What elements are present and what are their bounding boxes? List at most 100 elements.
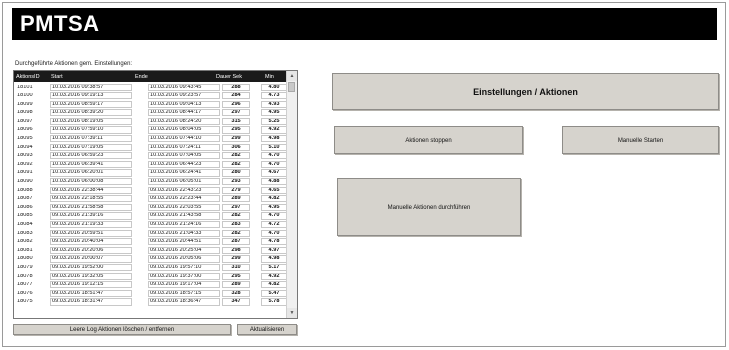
cell-aktionsid: 18099 [15,100,49,108]
table-row[interactable]: 18080 09.03.2016 20:00:07 09.03.2016 20:05… [14,255,288,264]
table-row[interactable]: 18098 10.03.2016 08:39:20 10.03.2016 08:44… [14,109,288,118]
table-row[interactable]: 18100 10.03.2016 09:19:13 10.03.2016 09:23… [14,92,288,101]
cell-ende: 10.03.2016 08:24:20 [148,117,220,126]
cell-min: 5.78 [261,298,287,306]
cell-aktionsid: 18076 [15,289,49,297]
manual-start-button[interactable]: Manuelle Starten [562,126,719,154]
cell-dauer: 279 [222,186,250,194]
cell-aktionsid: 18088 [15,186,49,194]
cell-ende: 09.03.2016 20:44:51 [148,238,220,246]
cell-ende: 09.03.2016 18:57:15 [148,289,220,297]
cell-min: 4.70 [261,229,287,237]
cell-min: 4.98 [261,255,287,263]
cell-aktionsid: 18096 [15,126,49,134]
cell-aktionsid: 18094 [15,143,49,151]
cell-min: 4.95 [261,203,287,211]
table-row[interactable]: 18075 09.03.2016 18:31:47 09.03.2016 18:36… [14,298,288,307]
cell-ende: 10.03.2016 08:04:05 [148,126,220,134]
manual-actions-button-label: Manuelle Aktionen durchführen [387,205,471,211]
settings-actions-button[interactable]: Einstellungen / Aktionen [332,73,719,110]
cell-min: 4.72 [261,221,287,229]
cell-min: 5.17 [261,263,287,272]
table-row[interactable]: 18094 10.03.2016 07:19:05 10.03.2016 07:24… [14,143,288,152]
table-row[interactable]: 18097 10.03.2016 08:19:05 10.03.2016 08:24… [14,117,288,126]
cell-start: 10.03.2016 07:39:11 [50,135,132,143]
table-row[interactable]: 18087 09.03.2016 22:18:55 09.03.2016 22:23… [14,195,288,204]
table-row[interactable]: 18091 10.03.2016 06:20:01 10.03.2016 06:24… [14,169,288,178]
table-row[interactable]: 18092 10.03.2016 06:39:41 10.03.2016 06:44… [14,160,288,169]
cell-aktionsid: 18095 [15,135,49,143]
scroll-down-icon[interactable]: ▼ [287,308,297,318]
cell-dauer: 297 [222,203,250,211]
cell-min: 4.88 [261,178,287,186]
cell-ende: 09.03.2016 19:17:04 [148,281,220,289]
cell-dauer: 293 [222,178,250,186]
cell-aktionsid: 18087 [15,195,49,203]
cell-ende: 10.03.2016 08:44:17 [148,109,220,117]
scroll-up-icon[interactable]: ▲ [287,71,297,81]
cell-min: 4.92 [261,126,287,134]
cell-start: 10.03.2016 09:19:13 [50,92,132,100]
table-row[interactable]: 18099 10.03.2016 08:59:17 10.03.2016 09:04… [14,100,288,109]
cell-ende: 09.03.2016 22:23:44 [148,195,220,203]
cell-start: 10.03.2016 06:39:41 [50,160,132,169]
cell-ende: 09.03.2016 21:24:16 [148,221,220,229]
cell-ende: 09.03.2016 20:05:06 [148,255,220,263]
table-row[interactable]: 18093 10.03.2016 06:59:23 10.03.2016 07:04… [14,152,288,161]
cell-dauer: 280 [222,169,250,177]
cell-ende: 09.03.2016 21:04:33 [148,229,220,237]
cell-dauer: 284 [222,92,250,100]
cell-dauer: 289 [222,195,250,203]
cell-ende: 09.03.2016 18:36:47 [148,298,220,306]
clear-log-button[interactable]: Leere Log Aktionen löschen / entfernen [13,324,231,335]
cell-dauer: 347 [222,298,250,306]
table-row[interactable]: 18081 09.03.2016 20:20:06 09.03.2016 20:25… [14,246,288,255]
table-row[interactable]: 18076 09.03.2016 18:51:47 09.03.2016 18:57… [14,289,288,298]
cell-min: 4.80 [261,83,287,91]
refresh-button[interactable]: Aktualisieren [237,324,297,335]
table-row[interactable]: 18077 09.03.2016 19:12:15 09.03.2016 19:17… [14,281,288,290]
cell-dauer: 295 [222,272,250,280]
table-row[interactable]: 18085 09.03.2016 21:39:16 09.03.2016 21:43… [14,212,288,221]
cell-min: 4.97 [261,246,287,254]
table-row[interactable]: 18079 09.03.2016 19:52:00 09.03.2016 19:57… [14,263,288,272]
table-row[interactable]: 18078 09.03.2016 19:32:05 09.03.2016 19:37… [14,272,288,281]
table-row[interactable]: 18086 09.03.2016 21:58:58 09.03.2016 22:03… [14,203,288,212]
stop-actions-button[interactable]: Aktionen stoppen [334,126,523,154]
cell-aktionsid: 18075 [15,298,49,306]
cell-dauer: 315 [222,117,250,126]
cell-start: 09.03.2016 21:39:16 [50,212,132,220]
cell-ende: 09.03.2016 21:43:58 [148,212,220,220]
table-row[interactable]: 18101 10.03.2016 09:38:57 10.03.2016 09:43… [14,83,288,92]
cell-ende: 10.03.2016 06:24:41 [148,169,220,177]
cell-aktionsid: 18084 [15,221,49,229]
cell-start: 09.03.2016 20:59:51 [50,229,132,237]
settings-actions-button-label: Einstellungen / Aktionen [473,87,578,97]
manual-actions-button[interactable]: Manuelle Aktionen durchführen [337,178,521,236]
cell-start: 09.03.2016 19:32:05 [50,272,132,280]
scroll-thumb[interactable] [288,82,295,92]
column-header-ende: Ende [135,74,148,80]
table-row[interactable]: 18082 09.03.2016 20:40:04 09.03.2016 20:44… [14,238,288,247]
cell-aktionsid: 18098 [15,109,49,117]
table-row[interactable]: 18095 10.03.2016 07:39:11 10.03.2016 07:44… [14,135,288,144]
cell-dauer: 299 [222,255,250,263]
cell-aktionsid: 18078 [15,272,49,280]
table-scrollbar[interactable]: ▲ ▼ [286,71,297,318]
table-row[interactable]: 18084 09.03.2016 21:19:33 09.03.2016 21:24… [14,221,288,230]
cell-start: 10.03.2016 06:20:01 [50,169,132,177]
cell-dauer: 287 [222,238,250,246]
cell-aktionsid: 18100 [15,92,49,100]
cell-aktionsid: 18093 [15,152,49,160]
table-row[interactable]: 18088 09.03.2016 22:38:44 09.03.2016 22:43… [14,186,288,195]
cell-aktionsid: 18101 [15,83,49,91]
cell-ende: 10.03.2016 09:04:13 [148,100,220,108]
table-row[interactable]: 18090 10.03.2016 06:00:08 10.03.2016 06:05… [14,178,288,187]
cell-ende: 09.03.2016 20:25:04 [148,246,220,254]
cell-aktionsid: 18085 [15,212,49,220]
cell-start: 10.03.2016 07:19:05 [50,143,132,151]
cell-start: 10.03.2016 08:39:20 [50,109,132,117]
cell-ende: 10.03.2016 09:43:45 [148,83,220,91]
table-row[interactable]: 18096 10.03.2016 07:59:10 10.03.2016 08:04… [14,126,288,135]
table-row[interactable]: 18083 09.03.2016 20:59:51 09.03.2016 21:04… [14,229,288,238]
